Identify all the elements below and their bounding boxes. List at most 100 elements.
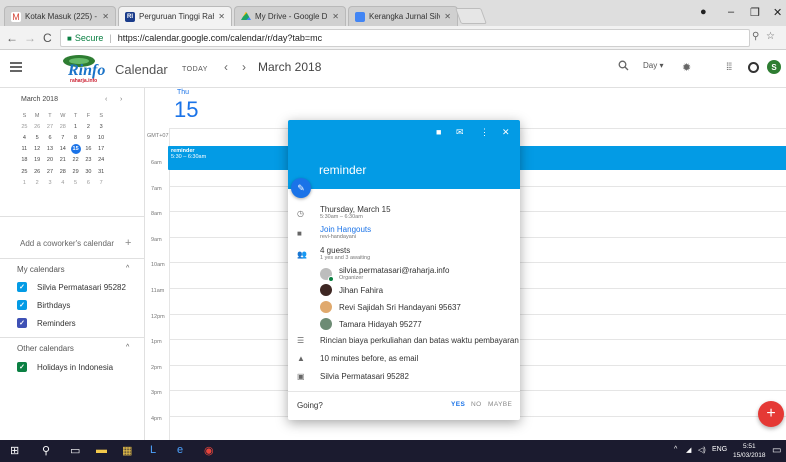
minimize-icon[interactable]: – — [728, 6, 734, 18]
mini-day[interactable]: 11 — [18, 144, 31, 155]
guest-row[interactable]: silvia.permatasari@raharja.info Organize… — [320, 266, 449, 282]
search-icon[interactable] — [618, 60, 629, 71]
mini-prev-month-icon[interactable]: ‹ — [105, 96, 107, 103]
mini-day[interactable]: 5 — [69, 177, 82, 188]
mini-day[interactable]: 26 — [31, 121, 44, 132]
prev-day-icon[interactable]: ‹ — [224, 60, 228, 74]
mini-day[interactable]: 1 — [69, 121, 82, 132]
mini-day[interactable]: 28 — [56, 166, 69, 177]
profile-icon[interactable]: ● — [700, 6, 707, 18]
mini-day[interactable]: 26 — [31, 166, 44, 177]
maximize-icon[interactable]: ❐ — [750, 6, 760, 19]
mini-day[interactable]: 20 — [44, 155, 57, 166]
close-tab-icon[interactable]: ✕ — [332, 12, 339, 21]
more-options-icon[interactable]: ⋮ — [480, 127, 489, 138]
delete-icon[interactable]: ■ — [436, 127, 441, 137]
checkbox-checked-icon[interactable]: ✓ — [17, 318, 27, 328]
join-hangouts-link[interactable]: Join Hangouts — [320, 225, 371, 234]
mini-day[interactable]: 3 — [95, 121, 108, 132]
mini-day[interactable]: 7 — [56, 132, 69, 143]
browser-tab-raharja[interactable]: RI Perguruan Tinggi Raharja ✕ — [118, 6, 232, 26]
mini-day[interactable]: 19 — [31, 155, 44, 166]
mini-day[interactable]: 18 — [18, 155, 31, 166]
mini-day[interactable]: 23 — [82, 155, 95, 166]
checkbox-checked-icon[interactable]: ✓ — [17, 282, 27, 292]
mini-day[interactable]: 5 — [31, 132, 44, 143]
mini-day[interactable]: 1 — [18, 177, 31, 188]
task-view-icon[interactable]: ▭ — [70, 444, 80, 457]
mini-day[interactable]: 13 — [44, 144, 57, 155]
mini-next-month-icon[interactable]: › — [120, 96, 122, 103]
url-field[interactable]: ■ Secure | https://calendar.google.com/c… — [60, 29, 750, 47]
add-coworker-input[interactable]: Add a coworker's calendar — [20, 239, 114, 248]
bookmark-star-icon[interactable]: ☆ — [766, 31, 775, 42]
mini-day[interactable]: 8 — [69, 132, 82, 143]
network-icon[interactable]: ◢ — [686, 446, 691, 454]
email-guests-icon[interactable]: ✉ — [456, 127, 464, 138]
file-explorer-icon[interactable]: ▬ — [96, 444, 107, 456]
my-calendars-title[interactable]: My calendars — [17, 265, 65, 274]
mini-day[interactable]: 25 — [18, 121, 31, 132]
checkbox-checked-icon[interactable]: ✓ — [17, 300, 27, 310]
chrome-icon[interactable]: ◉ — [204, 444, 214, 457]
notifications-icon[interactable] — [748, 62, 759, 73]
rsvp-yes-button[interactable]: YES — [451, 401, 465, 408]
next-day-icon[interactable]: › — [242, 60, 246, 74]
rsvp-maybe-button[interactable]: MAYBE — [488, 401, 512, 408]
mini-day[interactable]: 3 — [44, 177, 57, 188]
lync-icon[interactable]: L — [150, 444, 156, 456]
mini-day[interactable]: 21 — [56, 155, 69, 166]
mini-day[interactable]: 2 — [82, 121, 95, 132]
reload-icon[interactable]: C — [43, 31, 52, 45]
mini-day[interactable]: 29 — [69, 166, 82, 177]
rsvp-no-button[interactable]: NO — [471, 401, 482, 408]
mini-day[interactable]: 12 — [31, 144, 44, 155]
add-coworker-plus-icon[interactable]: + — [125, 237, 131, 249]
mini-day[interactable]: 4 — [18, 132, 31, 143]
collapse-caret-icon[interactable]: ^ — [126, 344, 129, 351]
close-tab-icon[interactable]: ✕ — [218, 12, 225, 21]
edge-icon[interactable]: e — [177, 444, 183, 456]
new-tab-button[interactable] — [455, 8, 487, 24]
mini-day[interactable]: 31 — [95, 166, 108, 177]
store-icon[interactable]: ▦ — [122, 444, 132, 457]
main-menu-icon[interactable] — [10, 62, 22, 72]
mini-day[interactable]: 6 — [44, 132, 57, 143]
guest-row[interactable]: Tamara Hidayah 95277 — [320, 318, 422, 330]
mini-day-today[interactable]: 15 — [69, 144, 82, 155]
mini-day[interactable]: 4 — [56, 177, 69, 188]
calendar-item-birthdays[interactable]: ✓ Birthdays — [17, 300, 70, 310]
guest-row[interactable]: Revi Sajidah Sri Handayani 95637 — [320, 301, 461, 313]
calendar-item-silvia[interactable]: ✓ Silvia Permatasari 95282 — [17, 282, 126, 292]
settings-gear-icon[interactable]: ✹ — [682, 61, 691, 74]
windows-start-icon[interactable]: ⊞ — [10, 444, 19, 457]
day-number[interactable]: 15 — [174, 97, 198, 123]
other-calendars-title[interactable]: Other calendars — [17, 344, 74, 353]
checkbox-checked-icon[interactable]: ✓ — [17, 362, 27, 372]
create-event-button[interactable]: + — [758, 401, 784, 427]
close-tab-icon[interactable]: ✕ — [102, 12, 109, 21]
calendar-item-holidays[interactable]: ✓ Holidays in Indonesia — [17, 362, 113, 372]
calendar-item-reminders[interactable]: ✓ Reminders — [17, 318, 76, 328]
clock[interactable]: 5:51 15/03/2018 — [733, 442, 766, 460]
mini-day[interactable]: 22 — [69, 155, 82, 166]
mini-day[interactable]: 17 — [95, 144, 108, 155]
view-selector[interactable]: Day ▾ — [643, 61, 663, 70]
search-icon[interactable]: ⚲ — [42, 444, 50, 457]
mini-day[interactable]: 10 — [95, 132, 108, 143]
mini-day[interactable]: 28 — [56, 121, 69, 132]
browser-tab-drive[interactable]: My Drive - Google Drive ✕ — [234, 6, 346, 26]
mini-day[interactable]: 6 — [82, 177, 95, 188]
edit-event-button[interactable]: ✎ — [291, 178, 311, 198]
browser-tab-gmail[interactable]: M Kotak Masuk (225) - silv ✕ — [4, 6, 116, 26]
browser-tab-docs[interactable]: Kerangka Jurnal Silvia Pe ✕ — [348, 6, 458, 26]
mini-day[interactable]: 25 — [18, 166, 31, 177]
forward-icon[interactable]: → — [24, 31, 36, 45]
mini-day[interactable]: 27 — [44, 121, 57, 132]
tray-up-icon[interactable]: ^ — [674, 446, 677, 453]
mini-day[interactable]: 2 — [31, 177, 44, 188]
close-icon[interactable]: ✕ — [502, 127, 510, 138]
mini-day[interactable]: 27 — [44, 166, 57, 177]
zoom-icon[interactable]: ⚲ — [752, 31, 759, 42]
action-center-icon[interactable]: ▭ — [772, 445, 781, 456]
